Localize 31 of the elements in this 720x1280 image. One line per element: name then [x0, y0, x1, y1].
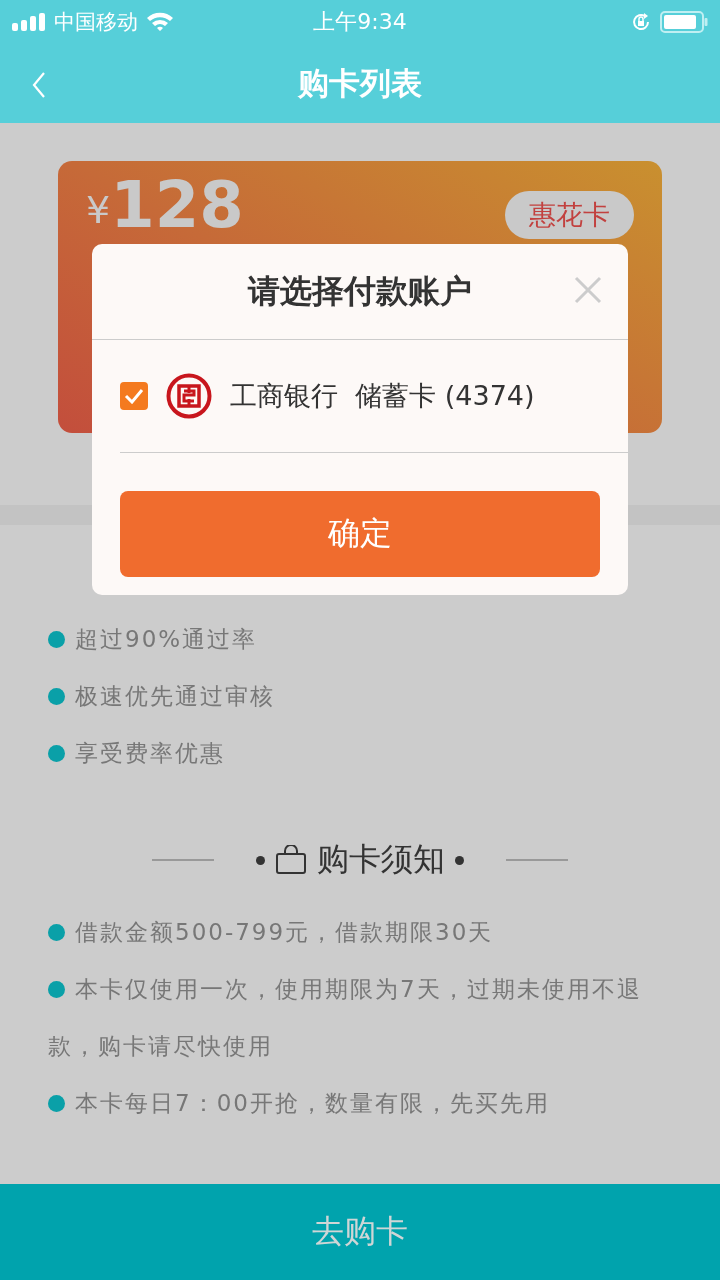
bank-logo-icon — [166, 373, 212, 419]
benefit-text: 极速优先通过审核 — [75, 682, 275, 711]
account-name: 工商银行 储蓄卡 (4374) — [230, 379, 535, 413]
benefit-text: 超过90%通过率 — [75, 625, 258, 654]
currency-symbol: ¥ — [86, 191, 111, 229]
dialog-title: 请选择付款账户 — [248, 270, 472, 312]
bullet-dot — [48, 688, 65, 705]
notice-text: 本卡每日7：00开抢，数量有限，先买先用 — [48, 1075, 684, 1132]
battery-icon — [660, 11, 708, 33]
bullet-dot — [48, 631, 65, 648]
checkmark-icon — [124, 388, 144, 404]
notice-text: 本卡仅使用一次，使用期限为7天，过期未使用不退款，购卡请尽快使用 — [48, 961, 684, 1075]
checkbox[interactable] — [120, 382, 148, 410]
clock-time: 上午9:34 — [312, 8, 408, 36]
shopping-bag-icon — [275, 845, 307, 875]
card-price: 128 — [110, 173, 244, 237]
notice-title: 购卡须知 — [317, 839, 445, 880]
signal-icon — [12, 13, 46, 31]
buy-card-button[interactable]: 去购卡 — [0, 1184, 720, 1280]
carrier-name: 中国移动 — [54, 9, 138, 36]
bullet-dot — [256, 855, 265, 865]
page-title: 购卡列表 — [298, 63, 422, 103]
close-button[interactable] — [574, 276, 602, 304]
notice-text: 借款金额500-799元，借款期限30天 — [48, 904, 684, 961]
rotation-lock-icon — [630, 11, 652, 33]
bullet-dot — [48, 745, 65, 762]
benefit-text: 享受费率优惠 — [75, 739, 225, 768]
confirm-button[interactable]: 确定 — [120, 491, 600, 577]
wifi-icon — [146, 12, 174, 32]
card-type-tag: 惠花卡 — [505, 191, 634, 239]
bullet-dot — [455, 855, 464, 865]
